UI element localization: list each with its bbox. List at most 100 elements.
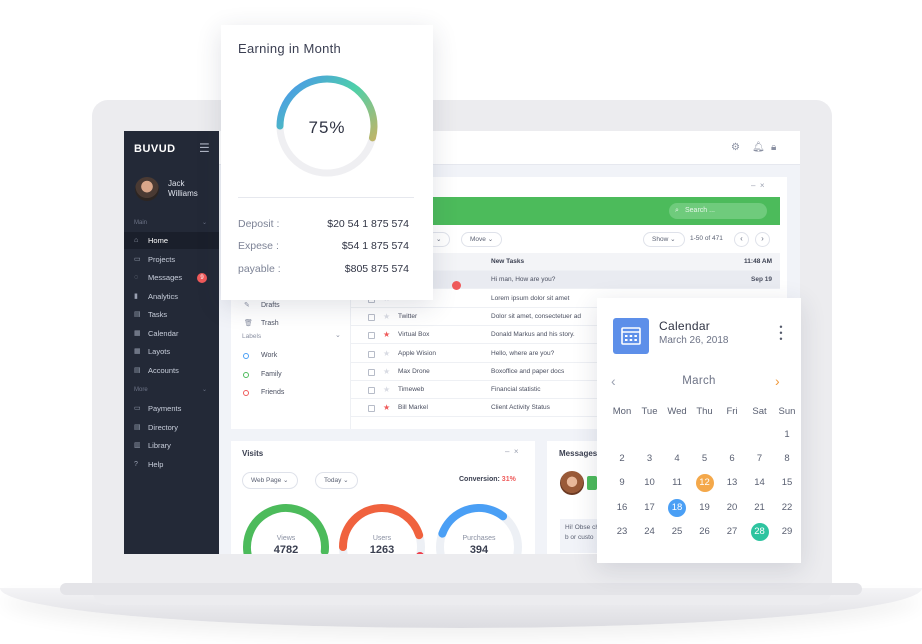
move-button[interactable]: Move ⌄ bbox=[461, 232, 503, 247]
star-icon[interactable]: ★ bbox=[383, 381, 390, 399]
sidebar-item-help[interactable]: ? Help bbox=[124, 456, 219, 473]
sidebar-item-accounts[interactable]: ▤ Accounts bbox=[124, 362, 219, 379]
calendar-day[interactable]: 5 bbox=[696, 450, 714, 468]
calendar-day[interactable]: 8 bbox=[778, 450, 796, 468]
sidebar-item-label: Layots bbox=[148, 347, 171, 356]
sidebar-item-directory[interactable]: ▤ Directory bbox=[124, 419, 219, 436]
row-checkbox[interactable] bbox=[368, 332, 375, 340]
show-button[interactable]: Show ⌄ bbox=[643, 232, 685, 247]
chevron-down-icon[interactable]: ⌄ bbox=[202, 386, 207, 393]
calendar-day[interactable]: 1 bbox=[778, 426, 796, 444]
row-checkbox[interactable] bbox=[368, 313, 375, 321]
star-icon[interactable]: ★ bbox=[383, 345, 390, 363]
conversion-label: Conversion: 31% bbox=[459, 476, 516, 483]
layouts-icon: ▦ bbox=[134, 348, 141, 355]
calendar-day[interactable]: 23 bbox=[613, 523, 631, 541]
sidebar-item-projects[interactable]: ▭ Projects bbox=[124, 251, 219, 268]
sidebar-item-label: Home bbox=[148, 236, 169, 245]
move-label: Move bbox=[470, 236, 486, 243]
search-input[interactable]: ⌕ Search ... bbox=[669, 203, 767, 219]
sidebar-item-calendar[interactable]: ▦ Calendar bbox=[124, 325, 219, 342]
row-checkbox[interactable] bbox=[368, 387, 375, 395]
calendar-day[interactable]: 16 bbox=[613, 499, 631, 517]
star-icon[interactable]: ★ bbox=[383, 308, 390, 326]
calendar-day[interactable]: 10 bbox=[641, 474, 659, 492]
star-icon[interactable]: ★ bbox=[383, 399, 390, 417]
calendar-day-highlighted[interactable]: 12 bbox=[695, 474, 714, 493]
sidebar-item-tasks[interactable]: ▤ Tasks bbox=[124, 306, 219, 323]
calendar-day[interactable]: 3 bbox=[641, 450, 659, 468]
directory-icon: ▤ bbox=[134, 423, 141, 431]
brand-logo: BUVUD bbox=[134, 143, 176, 155]
sidebar-item-layots[interactable]: ▦ Layots bbox=[124, 343, 219, 360]
folder-trash[interactable]: 🗑︎ Trash bbox=[231, 315, 351, 333]
laptop-hinge bbox=[60, 583, 862, 595]
calendar-day-highlighted[interactable]: 28 bbox=[750, 522, 769, 541]
label-dot-icon bbox=[243, 390, 249, 396]
calendar-day[interactable]: 20 bbox=[723, 499, 741, 517]
deposit-value: $20 54 1 875 574 bbox=[327, 218, 409, 230]
mail-subject: Lorem ipsum dolor sit amet bbox=[491, 294, 570, 302]
mail-subject: Financial statistic bbox=[491, 386, 541, 394]
sidebar-item-library[interactable]: ▥ Library bbox=[124, 437, 219, 454]
calendar-day[interactable]: 4 bbox=[668, 450, 686, 468]
gear-icon[interactable]: ⚙ bbox=[731, 142, 740, 153]
chevron-down-icon[interactable]: ⌄ bbox=[335, 331, 341, 339]
calendar-day[interactable]: 25 bbox=[668, 523, 686, 541]
web-page-dropdown[interactable]: Web Page ⌄ bbox=[242, 472, 298, 489]
calendar-day[interactable]: 21 bbox=[751, 499, 769, 517]
label-dot-icon bbox=[243, 353, 249, 359]
row-checkbox[interactable] bbox=[368, 350, 375, 358]
visits-gauges: Views 4782 Users 1263 Purchases 394 bbox=[243, 504, 522, 554]
lock-icon[interactable]: 🔒︎ bbox=[771, 142, 776, 153]
calendar-day[interactable]: 11 bbox=[668, 474, 686, 492]
row-checkbox[interactable] bbox=[368, 405, 375, 413]
calendar-day[interactable]: 15 bbox=[778, 474, 796, 492]
hamburger-icon[interactable]: ☰ bbox=[199, 141, 210, 155]
label-friends[interactable]: Friends bbox=[231, 384, 351, 402]
calendar-day[interactable]: 22 bbox=[778, 499, 796, 517]
label-work[interactable]: Work bbox=[231, 347, 351, 365]
sidebar-item-messages[interactable]: ◌ Messages 9 bbox=[124, 269, 219, 286]
notification-badge: 9 bbox=[197, 273, 207, 283]
calendar-day-highlighted[interactable]: 18 bbox=[668, 498, 686, 517]
calendar-day[interactable]: 17 bbox=[641, 499, 659, 517]
sidebar-item-payments[interactable]: ▭ Payments bbox=[124, 400, 219, 417]
sidebar-item-analytics[interactable]: ▮ Analytics bbox=[124, 288, 219, 305]
calendar-day[interactable]: 14 bbox=[751, 474, 769, 492]
gauge-label: Views bbox=[277, 535, 296, 542]
bell-icon[interactable]: 🔔︎ bbox=[752, 142, 765, 153]
window-controls[interactable]: – × bbox=[505, 447, 519, 456]
calendar-day[interactable]: 29 bbox=[778, 523, 796, 541]
calendar-day[interactable]: 27 bbox=[723, 523, 741, 541]
avatar[interactable] bbox=[560, 471, 584, 495]
mail-subject: Donald Markus and his story. bbox=[491, 331, 575, 339]
next-page-button[interactable]: › bbox=[755, 232, 770, 247]
messages-icon: ◌ bbox=[134, 274, 139, 281]
tasks-icon: ▤ bbox=[134, 311, 141, 318]
chevron-down-icon[interactable]: ⌄ bbox=[202, 219, 207, 226]
today-dropdown[interactable]: Today ⌄ bbox=[315, 472, 358, 489]
calendar-day[interactable]: 9 bbox=[613, 474, 631, 492]
calendar-day[interactable]: 19 bbox=[696, 499, 714, 517]
calendar-day[interactable]: 26 bbox=[696, 523, 714, 541]
avatar[interactable] bbox=[135, 177, 159, 201]
calendar-day[interactable]: 24 bbox=[641, 523, 659, 541]
star-icon[interactable]: ★ bbox=[383, 363, 390, 381]
sidebar-item-label: Analytics bbox=[148, 291, 179, 301]
prev-page-button[interactable]: ‹ bbox=[734, 232, 749, 247]
calendar-day[interactable]: 7 bbox=[751, 450, 769, 468]
user-name[interactable]: Jack Williams bbox=[168, 179, 214, 199]
calendar-day[interactable]: 13 bbox=[723, 474, 741, 492]
row-checkbox[interactable] bbox=[368, 368, 375, 376]
calendar-day[interactable]: 2 bbox=[613, 450, 631, 468]
mail-subject: Dolor sit amet, consectetuer ad bbox=[491, 312, 581, 320]
calendar-day[interactable]: 6 bbox=[723, 450, 741, 468]
sidebar-item-home[interactable]: ⌂ Home bbox=[124, 232, 219, 249]
gauge-value: 1263 bbox=[370, 544, 394, 554]
star-icon[interactable]: ★ bbox=[383, 326, 390, 344]
label-family[interactable]: Family bbox=[231, 366, 351, 384]
window-controls[interactable]: – × bbox=[751, 181, 765, 190]
message-bubble bbox=[587, 476, 597, 490]
expese-value: $54 1 875 574 bbox=[341, 240, 409, 252]
